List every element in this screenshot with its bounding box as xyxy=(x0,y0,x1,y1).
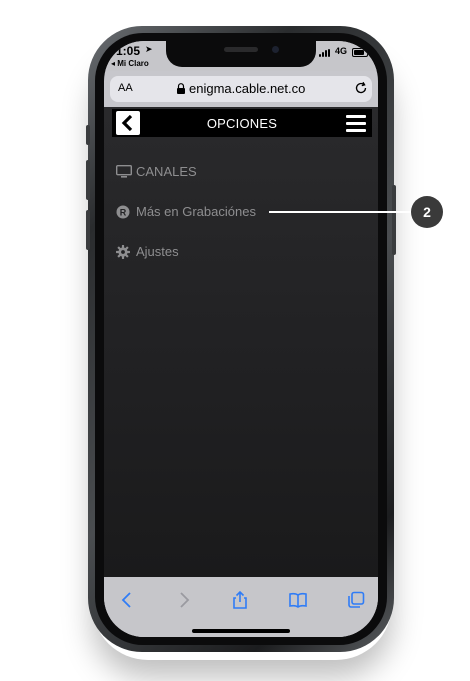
status-bar: 1:05 ➤ ◂ Mi Claro 4G xyxy=(104,41,378,71)
location-arrow-icon: ➤ xyxy=(145,44,153,54)
volume-button xyxy=(86,125,90,145)
speaker xyxy=(224,47,258,52)
volume-button xyxy=(86,210,90,250)
notch xyxy=(166,41,316,67)
phone-screen: 1:05 ➤ ◂ Mi Claro 4G AA enigma.cable.net… xyxy=(104,41,378,637)
tabs-icon[interactable] xyxy=(347,591,365,609)
home-indicator xyxy=(192,629,290,633)
volume-button xyxy=(86,160,90,200)
menu-item-label: CANALES xyxy=(136,164,197,179)
tv-icon xyxy=(116,165,132,178)
page-title: OPCIONES xyxy=(206,116,278,131)
share-icon[interactable] xyxy=(231,591,249,609)
bookmarks-icon[interactable] xyxy=(289,591,307,609)
battery-icon xyxy=(352,48,370,57)
menu-item-label: Más en Grabaciónes xyxy=(136,204,256,219)
back-to-app-link[interactable]: ◂ Mi Claro xyxy=(111,59,149,68)
network-type: 4G xyxy=(335,46,348,56)
callout-badge: 2 xyxy=(411,196,443,228)
app-header: OPCIONES xyxy=(112,109,372,137)
recordings-icon: R xyxy=(116,205,130,219)
address-bar[interactable]: AA enigma.cable.net.co xyxy=(110,76,372,102)
url-text[interactable]: enigma.cable.net.co xyxy=(189,81,305,96)
menu-item-label: Ajustes xyxy=(136,244,179,259)
callout-line xyxy=(269,211,411,213)
back-icon[interactable] xyxy=(118,591,136,609)
lock-icon xyxy=(177,83,185,94)
forward-icon[interactable] xyxy=(175,591,193,609)
front-camera xyxy=(272,46,279,53)
browser-toolbar xyxy=(104,577,378,637)
signal-icon xyxy=(319,49,333,57)
hamburger-menu-icon[interactable] xyxy=(344,111,368,135)
gear-icon xyxy=(116,245,130,259)
text-size-button[interactable]: AA xyxy=(118,82,133,94)
web-content: OPCIONES CANALES R Más en Grabaciónes Aj… xyxy=(104,107,378,577)
reload-icon[interactable] xyxy=(354,81,368,95)
status-time: 1:05 xyxy=(116,44,141,58)
side-button xyxy=(392,185,396,255)
svg-text:R: R xyxy=(120,208,127,218)
